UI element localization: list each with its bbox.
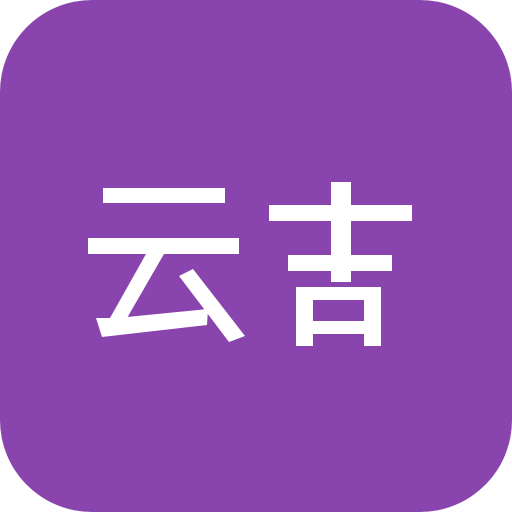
app-icon-tile[interactable] bbox=[0, 0, 512, 512]
app-icon-label bbox=[88, 182, 412, 346]
